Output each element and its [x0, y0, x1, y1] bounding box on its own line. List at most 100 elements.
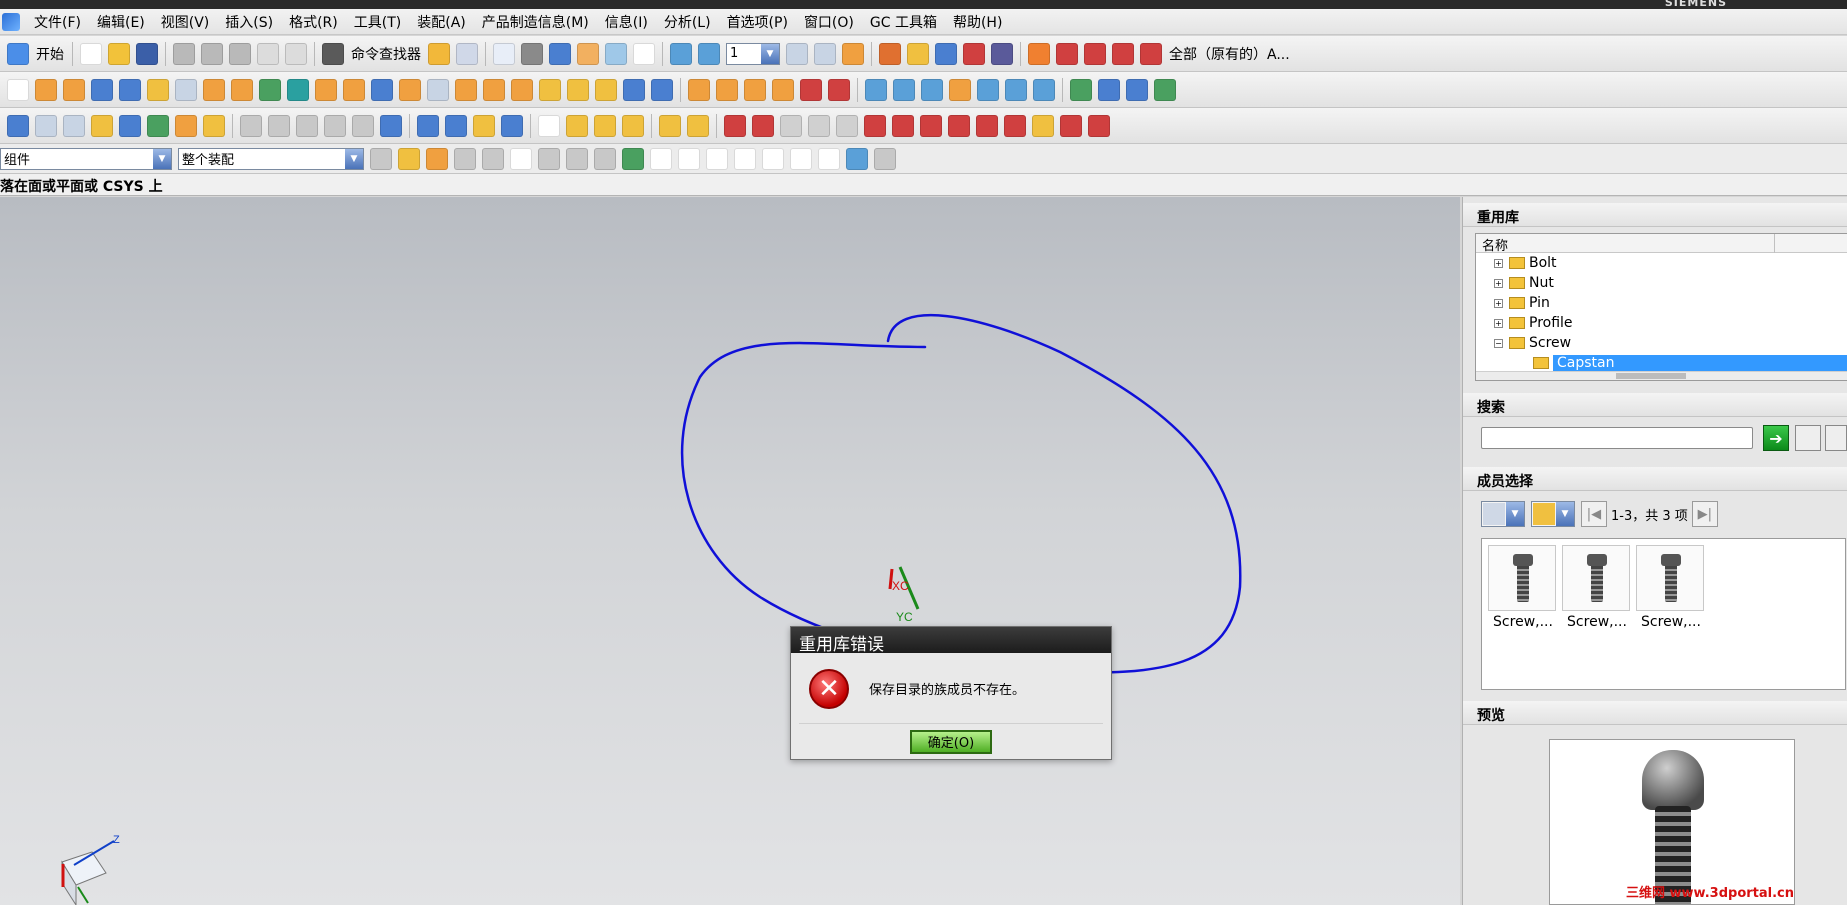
unite-icon[interactable] — [455, 78, 477, 101]
constraint-icon[interactable] — [147, 114, 169, 137]
triangle-icon[interactable] — [538, 114, 560, 137]
surface-icon[interactable] — [865, 78, 887, 101]
swept-icon[interactable] — [921, 78, 943, 101]
label-icon[interactable] — [91, 114, 113, 137]
menu-tools[interactable]: 工具(T) — [346, 12, 409, 32]
shell-icon[interactable] — [595, 78, 617, 101]
measure-icon[interactable] — [879, 42, 901, 65]
extract-curve-icon[interactable] — [1032, 114, 1054, 137]
search-options-icon[interactable] — [1825, 425, 1847, 451]
project-curve-icon[interactable] — [976, 114, 998, 137]
pattern-icon[interactable] — [651, 78, 673, 101]
emboss-icon[interactable] — [427, 78, 449, 101]
sketch-icon[interactable] — [7, 78, 29, 101]
cut-icon[interactable] — [173, 42, 195, 65]
cylinder-icon[interactable] — [417, 114, 439, 137]
expand-icon[interactable]: + — [1494, 258, 1503, 268]
select-all-icon[interactable] — [398, 147, 420, 170]
gc-weld-icon[interactable] — [659, 114, 681, 137]
snap-point-icon[interactable] — [963, 42, 985, 65]
revolve-icon[interactable] — [63, 78, 85, 101]
snap-existing-icon[interactable] — [818, 147, 840, 170]
wrap-icon[interactable] — [1060, 114, 1082, 137]
boss-icon[interactable] — [175, 78, 197, 101]
chamfer-icon[interactable] — [567, 78, 589, 101]
binoculars-icon[interactable] — [322, 42, 344, 65]
distance-icon[interactable] — [991, 42, 1013, 65]
exploded-view-icon[interactable] — [240, 114, 262, 137]
thread-icon[interactable] — [371, 78, 393, 101]
analysis-icon[interactable] — [907, 42, 929, 65]
view-mode-dropdown[interactable]: ▼ — [1481, 501, 1525, 527]
point-icon[interactable] — [724, 114, 746, 137]
menu-edit[interactable]: 编辑(E) — [89, 12, 153, 32]
intersect-icon[interactable] — [511, 78, 533, 101]
layer-settings-icon[interactable] — [786, 42, 808, 65]
check-icon[interactable] — [1070, 78, 1092, 101]
menu-help[interactable]: 帮助(H) — [945, 12, 1010, 32]
sequence-icon[interactable] — [268, 114, 290, 137]
member-item[interactable]: Screw,... — [1488, 545, 1558, 630]
next-page-button[interactable]: ▶| — [1691, 501, 1718, 527]
copy-icon[interactable] — [201, 42, 223, 65]
menu-file[interactable]: 文件(F) — [26, 12, 89, 32]
shaded-icon[interactable] — [549, 42, 571, 65]
bridge-curve-icon[interactable] — [1004, 114, 1026, 137]
gc-tool-icon[interactable] — [380, 114, 402, 137]
tree-item-pin[interactable]: + Pin — [1476, 293, 1847, 313]
subtract-icon[interactable] — [483, 78, 505, 101]
nx-icon[interactable] — [119, 78, 141, 101]
sine-curve-icon[interactable] — [780, 114, 802, 137]
tree-item-screw[interactable]: − Screw — [1476, 333, 1847, 353]
menu-insert[interactable]: 插入(S) — [217, 12, 281, 32]
line-icon[interactable] — [752, 114, 774, 137]
paste-icon[interactable] — [229, 42, 251, 65]
resize-face-icon[interactable] — [828, 78, 850, 101]
polyline-icon[interactable] — [892, 114, 914, 137]
menu-assembly[interactable]: 装配(A) — [409, 12, 474, 32]
previous-page-button[interactable]: |◀ — [1581, 501, 1607, 527]
open-folder-icon[interactable] — [108, 42, 130, 65]
polygon-icon[interactable] — [920, 114, 942, 137]
through-curves-icon[interactable] — [893, 78, 915, 101]
render-style-icon[interactable] — [521, 42, 543, 65]
draft-icon[interactable] — [623, 78, 645, 101]
add-component-icon[interactable] — [119, 114, 141, 137]
hole-icon[interactable] — [147, 78, 169, 101]
drafting-table-icon[interactable] — [566, 114, 588, 137]
edge-blend-icon[interactable] — [539, 78, 561, 101]
start-icon[interactable] — [7, 42, 29, 65]
sync-icon[interactable] — [688, 78, 710, 101]
plus-icon[interactable] — [836, 114, 858, 137]
stack-icon[interactable] — [63, 114, 85, 137]
member-item[interactable]: Screw,... — [1562, 545, 1632, 630]
tree-item-capstan[interactable]: Capstan — [1476, 353, 1847, 373]
body-rule-icon[interactable] — [594, 147, 616, 170]
grid-icon[interactable] — [594, 114, 616, 137]
n-sided-icon[interactable] — [949, 78, 971, 101]
expand-icon[interactable]: + — [1494, 298, 1503, 308]
assembly-icon[interactable] — [7, 114, 29, 137]
move-to-layer-icon[interactable] — [814, 42, 836, 65]
snap-center-icon[interactable] — [734, 147, 756, 170]
gc-spring-icon[interactable] — [324, 114, 346, 137]
snap-endpoint-icon[interactable] — [622, 147, 644, 170]
snap-point-on-curve-icon[interactable] — [790, 147, 812, 170]
tree-horizontal-scrollbar[interactable] — [1476, 371, 1847, 380]
search-go-icon[interactable]: ➔ — [1763, 425, 1789, 451]
snap-control-icon[interactable] — [678, 147, 700, 170]
command-finder-button[interactable]: 命令查找器 — [351, 44, 421, 64]
spring-icon[interactable] — [445, 114, 467, 137]
menu-view[interactable]: 视图(V) — [153, 12, 218, 32]
search-input[interactable] — [1481, 427, 1753, 449]
gc-mold-icon[interactable] — [687, 114, 709, 137]
snap-grid-icon[interactable] — [874, 147, 896, 170]
menu-preferences[interactable]: 首选项(P) — [719, 12, 796, 32]
groove-icon[interactable] — [315, 78, 337, 101]
save-icon[interactable] — [136, 42, 158, 65]
snap-view-icon[interactable] — [670, 42, 692, 65]
touch-icon[interactable] — [428, 42, 450, 65]
tree-item-bolt[interactable]: + Bolt — [1476, 253, 1847, 273]
datum-icon[interactable] — [259, 78, 281, 101]
bearing-icon[interactable] — [473, 114, 495, 137]
